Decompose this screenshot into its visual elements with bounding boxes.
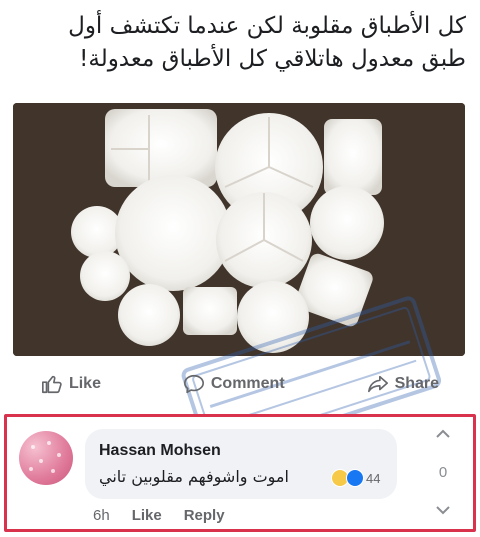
comment-label: Comment xyxy=(210,375,285,392)
highlighted-comment: Hassan Mohsen اموت واشوفهم مقلوبين تاني … xyxy=(4,414,476,532)
like-action[interactable]: Like xyxy=(41,373,101,395)
post-photo[interactable] xyxy=(13,103,465,356)
comment-time[interactable]: 6h xyxy=(93,507,110,524)
vote-control: 0 xyxy=(431,427,455,517)
like-reaction-icon xyxy=(346,469,364,487)
reaction-count: 44 xyxy=(366,470,381,486)
downvote-icon[interactable] xyxy=(435,503,451,517)
share-label: Share xyxy=(394,375,440,392)
comment-like-button[interactable]: Like xyxy=(132,507,162,524)
comment-author[interactable]: Hassan Mohsen xyxy=(99,442,221,460)
comment-meta: 6h Like Reply xyxy=(93,507,225,524)
post-text-line-1: كل الأطباق مقلوبة لكن عندما تكتشف أول xyxy=(68,13,466,39)
avatar-pattern xyxy=(29,441,61,473)
comment-action[interactable]: Comment xyxy=(183,373,285,395)
like-label: Like xyxy=(68,375,101,392)
post-action-bar: Like Comment Share xyxy=(0,366,480,402)
comment-reactions[interactable]: 44 xyxy=(331,469,380,487)
comment-reply-button[interactable]: Reply xyxy=(184,507,225,524)
post-text: كل الأطباق مقلوبة لكن عندما تكتشف أول طب… xyxy=(14,10,466,76)
plates-image xyxy=(13,103,465,356)
share-action[interactable]: Share xyxy=(367,373,439,395)
vote-count: 0 xyxy=(438,463,448,481)
comment-icon xyxy=(183,374,204,394)
post-text-line-2: طبق معدول هاتلاقي كل الأطباق معدولة! xyxy=(79,46,466,72)
upvote-icon[interactable] xyxy=(435,427,451,441)
avatar[interactable] xyxy=(19,431,73,485)
comment-bubble: Hassan Mohsen اموت واشوفهم مقلوبين تاني … xyxy=(85,429,397,499)
share-icon xyxy=(367,375,388,393)
comment-text: اموت واشوفهم مقلوبين تاني xyxy=(99,467,289,486)
thumbs-up-icon xyxy=(41,375,62,394)
